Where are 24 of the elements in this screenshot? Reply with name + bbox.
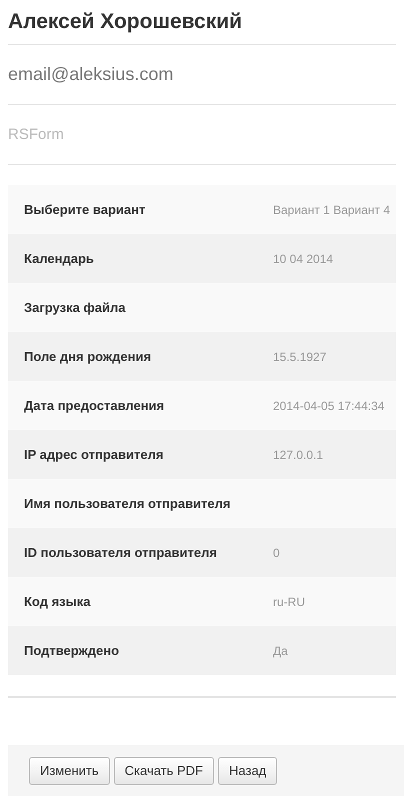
field-label: IP адрес отправителя: [23, 447, 164, 462]
field-label: Дата предоставления: [23, 398, 166, 413]
field-label: Загрузка файла: [23, 300, 127, 315]
field-value: ru-RU: [273, 594, 305, 608]
email-text: email@aleksius.com: [8, 64, 174, 85]
field-value: 0: [273, 546, 280, 560]
action-button[interactable]: Изменить: [29, 756, 110, 784]
field-label: Имя пользователя отправителя: [23, 496, 232, 511]
field-value: 15.5.1927: [273, 350, 326, 364]
field-label: Календарь: [23, 251, 95, 266]
form-name: RSForm: [8, 126, 64, 143]
field-label: Выберите вариант: [23, 202, 146, 217]
field-value: 2014-04-05 17:44:34: [273, 398, 384, 412]
field-label: Подтверждено: [23, 643, 120, 658]
field-value: 127.0.0.1: [273, 448, 324, 462]
field-label: Код языка: [23, 594, 92, 609]
field-label: Поле дня рождения: [23, 349, 152, 364]
field-value: Да: [273, 644, 288, 658]
field-label: ID пользователя отправителя: [23, 545, 218, 560]
person-name: Алексей Хорошевский: [8, 10, 242, 34]
action-button[interactable]: Назад: [218, 756, 278, 784]
action-button[interactable]: Скачать PDF: [114, 756, 214, 784]
field-value: 10 04 2014: [273, 252, 334, 266]
field-value: Вариант 1 Вариант 4: [273, 202, 390, 216]
